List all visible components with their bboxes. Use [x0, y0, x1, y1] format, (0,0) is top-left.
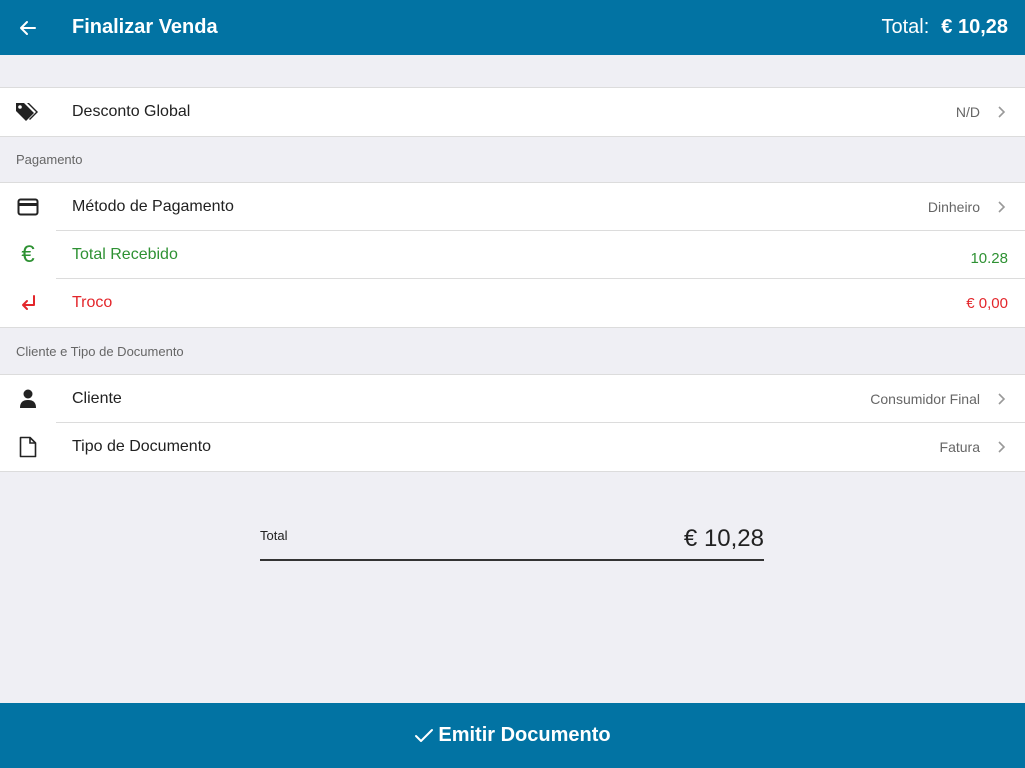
page-title: Finalizar Venda [72, 16, 218, 38]
discount-label: Desconto Global [72, 103, 191, 120]
total-received-label: Total Recebido [72, 245, 178, 263]
chevron-right-icon [998, 441, 1008, 453]
total-received-row[interactable]: € Total Recebido 10.28 [0, 231, 1025, 279]
change-label: Troco [72, 294, 113, 311]
document-type-value: Fatura [939, 439, 980, 455]
user-icon [0, 375, 56, 423]
emit-document-label: Emitir Documento [438, 724, 611, 746]
document-icon [0, 423, 56, 471]
checkmark-icon [415, 728, 434, 742]
total-received-value[interactable]: 10.28 [970, 250, 1008, 267]
payment-group: Método de Pagamento Dinheiro € Total Rec… [0, 182, 1025, 328]
chevron-right-icon [998, 392, 1008, 405]
change-row: Troco € 0,00 [0, 279, 1025, 327]
chevron-right-icon [998, 106, 1008, 118]
back-button[interactable] [0, 0, 56, 55]
euro-icon: € [21, 241, 35, 268]
client-section-title: Cliente e Tipo de Documento [16, 344, 184, 359]
client-row[interactable]: Cliente Consumidor Final [0, 375, 1025, 423]
discount-row[interactable]: Desconto Global N/D [0, 88, 1025, 136]
app-header: Finalizar Venda Total: € 10,28 [0, 0, 1025, 55]
client-label: Cliente [72, 389, 122, 407]
header-total-value: € 10,28 [941, 16, 1008, 38]
summary-total: Total € 10,28 [260, 520, 764, 561]
payment-method-value: Dinheiro [927, 198, 980, 215]
summary-total-label: Total [260, 528, 288, 543]
payment-section-title: Pagamento [16, 152, 83, 167]
emit-document-button[interactable]: Emitir Documento [0, 703, 1025, 768]
summary-total-value: € 10,28 [683, 525, 764, 552]
header-total-label: Total: [881, 16, 930, 38]
return-arrow-icon [0, 279, 56, 327]
back-arrow-icon [20, 20, 36, 35]
payment-method-row[interactable]: Método de Pagamento Dinheiro [0, 183, 1025, 231]
client-group: Cliente Consumidor Final Tipo de Documen… [0, 374, 1025, 472]
payment-method-label: Método de Pagamento [72, 197, 234, 215]
discount-group: Desconto Global N/D [0, 87, 1025, 137]
document-type-label: Tipo de Documento [72, 438, 212, 455]
chevron-right-icon [998, 200, 1008, 213]
change-value: € 0,00 [966, 294, 1008, 312]
client-value: Consumidor Final [870, 390, 980, 407]
header-total: Total: € 10,28 [881, 16, 1008, 39]
discount-value: N/D [955, 104, 980, 120]
tags-icon [0, 88, 56, 136]
credit-card-icon [0, 183, 56, 231]
document-type-row[interactable]: Tipo de Documento Fatura [0, 423, 1025, 471]
